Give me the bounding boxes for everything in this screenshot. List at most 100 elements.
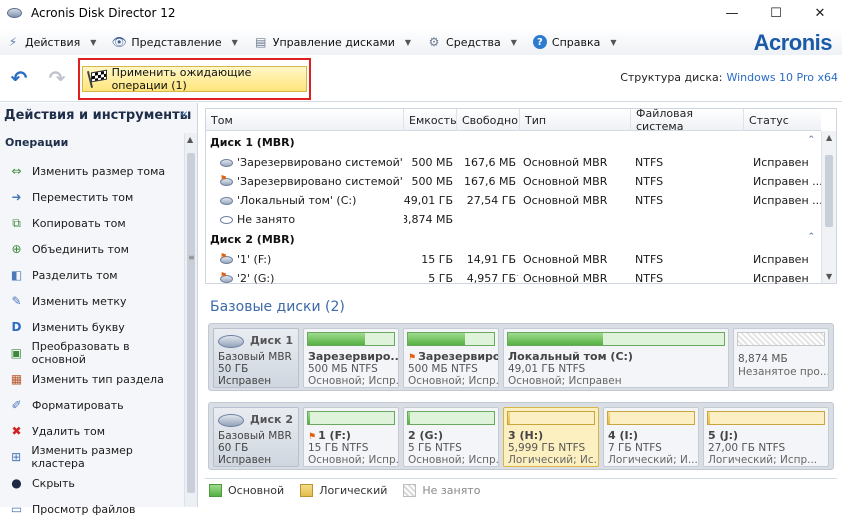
partition-block[interactable]: 4 (I:) 7 ГБ NTFS Логический; И... [603, 407, 699, 467]
col-filesystem[interactable]: Файловая система [631, 107, 744, 133]
op-change-label[interactable]: ✎ Изменить метку [0, 288, 184, 314]
browse-files-icon: ▭ [10, 502, 23, 516]
op-format[interactable]: ✐ Форматировать [0, 392, 184, 418]
partition-block[interactable]: ⚑ 1 (F:) 15 ГБ NTFS Основной; Испр... [303, 407, 399, 467]
menu-disk-management[interactable]: ▤ Управление дисками ▼ [248, 31, 417, 53]
table-row[interactable]: 'Локальный том' (C:) 49,01 ГБ 27,54 ГБ О… [206, 191, 821, 210]
apply-pending-operations-button[interactable]: Применить ожидающие операции (1) [82, 66, 307, 92]
collapse-group-icon[interactable]: ⌃ [807, 232, 815, 242]
usage-bar [307, 411, 395, 425]
menu-tools[interactable]: ⚙ Средства ▼ [421, 31, 523, 53]
op-browse-files[interactable]: ▭ Просмотр файлов [0, 496, 184, 522]
cell-capacity: 8,874 МБ [404, 213, 453, 226]
cluster-icon: ⊞ [11, 450, 22, 464]
table-body: Диск 1 (MBR) ⌃ 'Зарезервировано системой… [206, 132, 821, 284]
legend-basic: Основной [209, 484, 284, 497]
op-copy-volume[interactable]: ⧉ Копировать том [0, 210, 184, 236]
col-status[interactable]: Статус [744, 109, 821, 131]
close-button[interactable]: ✕ [798, 0, 842, 26]
legend-logical: Логический [300, 484, 387, 497]
col-type[interactable]: Тип [520, 109, 631, 131]
disk-structure-value[interactable]: Windows 10 Pro x64 [726, 71, 838, 84]
op-merge-volume[interactable]: ⊕ Объединить том [0, 236, 184, 262]
table-row[interactable]: Не занято 8,874 МБ [206, 210, 821, 229]
op-label: Изменить метку [32, 294, 127, 308]
left-panel-scrollbar[interactable]: ▲ ≡ [184, 133, 197, 507]
op-change-letter[interactable]: D Изменить букву [0, 314, 184, 340]
hard-disk-icon [218, 335, 244, 348]
col-free[interactable]: Свободно [457, 109, 520, 131]
volume-flagged-icon: ⚑ [220, 174, 234, 187]
window-controls: — ☐ ✕ [710, 0, 842, 26]
menu-view[interactable]: 👁 Представление ▼ [106, 31, 243, 53]
letter-icon: D [11, 320, 22, 334]
disk-group[interactable]: Диск 1 (MBR) ⌃ [206, 132, 821, 153]
partition-block[interactable]: ⚑Зарезервиров... 500 МБ NTFS Основной; И… [403, 328, 499, 388]
partition-block[interactable]: 2 (G:) 5 ГБ NTFS Основной; Испр... [403, 407, 499, 467]
op-change-partition-type[interactable]: ▦ Изменить тип раздела [0, 366, 184, 392]
scroll-thumb[interactable] [187, 153, 195, 493]
partition-block-unallocated[interactable]: 8,874 МБ Незанятое про... [733, 328, 829, 388]
table-row[interactable]: 'Зарезервировано системой' (E:) 500 МБ 1… [206, 153, 821, 172]
table-row[interactable]: ⚑ '1' (F:) 15 ГБ 14,91 ГБ Основной MBR NT… [206, 250, 821, 269]
disk-info-card[interactable]: Диск 2 Базовый MBR 60 ГБ Исправен [213, 407, 299, 467]
disk-group-title: Диск 1 (MBR) [210, 136, 295, 149]
chevron-down-icon: ▼ [510, 37, 517, 47]
op-split-volume[interactable]: ◧ Разделить том [0, 262, 184, 288]
partition-block-selected[interactable]: 3 (H:) 5,999 ГБ NTFS Логический; Ис... [503, 407, 599, 467]
cell-free: 14,91 ГБ [466, 253, 516, 266]
redo-icon[interactable]: ↷ [45, 66, 69, 90]
partition-block[interactable]: Зарезервиро... 500 МБ NTFS Основной; Исп… [303, 328, 399, 388]
partition-block[interactable]: Локальный том (C:) 49,01 ГБ NTFS Основно… [503, 328, 729, 388]
maximize-button[interactable]: ☐ [754, 0, 798, 26]
collapse-panel-icon[interactable]: « [180, 107, 188, 122]
partition-block[interactable]: 5 (J:) 27,00 ГБ NTFS Логический; Испр... [703, 407, 829, 467]
undo-icon[interactable]: ↶ [7, 66, 31, 90]
menu-help[interactable]: ? Справка ▼ [527, 31, 623, 53]
cell-type: Основной MBR [523, 194, 608, 207]
table-splitter[interactable]: ⋯ [206, 271, 821, 283]
scroll-up-icon[interactable]: ▲ [826, 133, 832, 142]
scroll-down-icon[interactable]: ▼ [826, 272, 832, 281]
op-label: Переместить том [32, 190, 134, 204]
partition-name: 1 (F:) [318, 429, 351, 442]
col-volume[interactable]: Том [206, 109, 404, 131]
scroll-thumb[interactable] [825, 155, 833, 227]
volume-icon [220, 196, 234, 206]
minimize-button[interactable]: — [710, 0, 754, 26]
disk-kind: Базовый MBR [218, 430, 292, 442]
cell-type: Основной MBR [523, 156, 608, 169]
op-label: Преобразовать в основной [31, 340, 130, 366]
pending-flag-icon: ⚑ [408, 353, 417, 363]
col-capacity[interactable]: Емкость [404, 109, 457, 131]
disk-name: Диск 1 [250, 334, 293, 347]
legend-unallocated: Не занято [403, 484, 480, 497]
chevron-down-icon: ▼ [90, 37, 97, 47]
volume-icon [220, 158, 234, 168]
scroll-up-icon[interactable]: ▲ [187, 135, 193, 144]
menu-help-label: Справка [551, 35, 601, 49]
op-convert-to-primary[interactable]: ▣ Преобразовать в основной [0, 340, 184, 366]
convert-icon: ▣ [10, 346, 22, 360]
acronis-logo: Acronis [753, 30, 833, 55]
collapse-group-icon[interactable]: ⌃ [807, 135, 815, 145]
op-label: Форматировать [32, 398, 124, 412]
actions-panel: Действия и инструменты « Операции ⇔ Измен… [0, 103, 198, 516]
op-move-volume[interactable]: ➜ Переместить том [0, 184, 184, 210]
op-change-cluster-size[interactable]: ⊞ Изменить размер кластера [0, 444, 184, 470]
cell-type [520, 210, 631, 229]
volume-table: Том Емкость Свободно Тип Файловая систем… [205, 107, 837, 284]
disk-group[interactable]: Диск 2 (MBR) ⌃ [206, 229, 821, 250]
op-resize-volume[interactable]: ⇔ Изменить размер тома [0, 158, 184, 184]
menu-actions[interactable]: ⚡ Действия ▼ [0, 31, 102, 53]
disk-size: 60 ГБ [218, 442, 249, 454]
table-scrollbar[interactable]: ▲ ▼ [821, 131, 836, 283]
op-label: Изменить тип раздела [32, 372, 164, 386]
table-row[interactable]: ⚑ 'Зарезервировано системой' 500 МБ 167,6… [206, 172, 821, 191]
op-delete-volume[interactable]: ✖ Удалить том [0, 418, 184, 444]
disk-map-row: Диск 2 Базовый MBR 60 ГБ Исправен ⚑ 1 (F:… [208, 402, 834, 470]
op-hide[interactable]: ● Скрыть [0, 470, 184, 496]
disk-info-card[interactable]: Диск 1 Базовый MBR 50 ГБ Исправен [213, 328, 299, 388]
actions-panel-title: Действия и инструменты [4, 108, 192, 123]
disk-name: Диск 2 [250, 413, 293, 426]
